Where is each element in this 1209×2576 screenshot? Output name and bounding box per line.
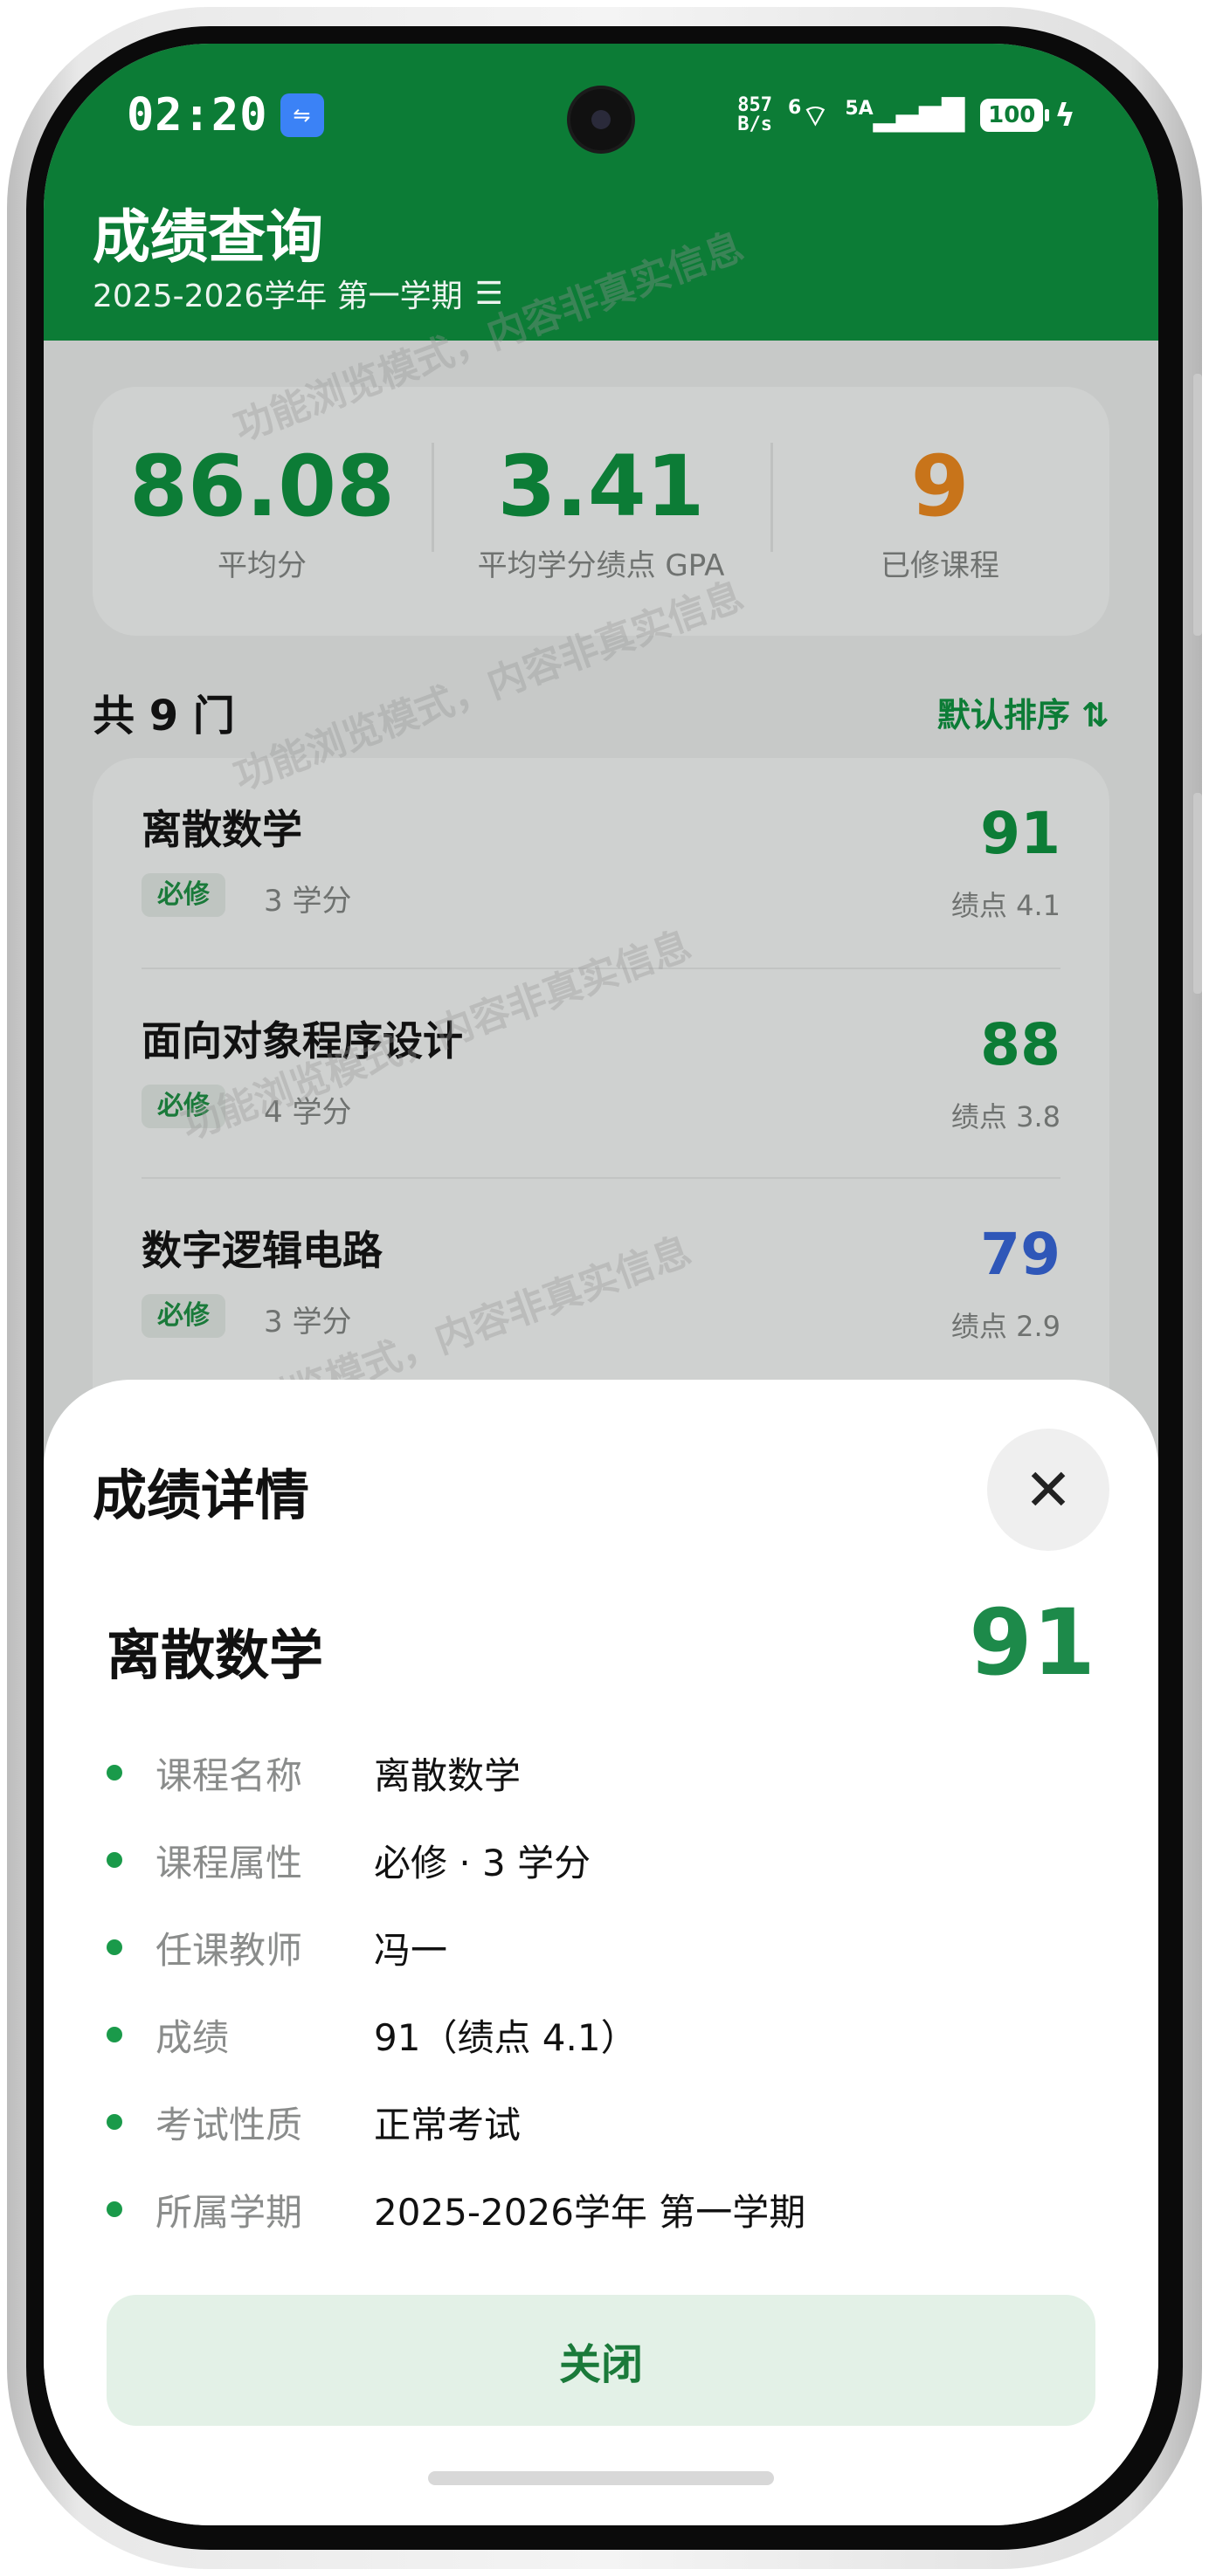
course-count: 共 9 门 [93, 692, 235, 740]
detail-value: 冯一 [374, 1928, 448, 1972]
course-name: 数字逻辑电路 [142, 1227, 383, 1274]
course-type-badge: 必修 [142, 1294, 225, 1338]
detail-row: 所属学期 2025-2026学年 第一学期 [107, 2166, 1095, 2253]
status-indicators: 857 B/s 6⌔ 5A▂▄▆█ 100 ϟ [737, 96, 1075, 134]
detail-label: 任课教师 [155, 1928, 303, 1972]
detail-value: 91（绩点 4.1） [374, 2015, 638, 2059]
course-score: 91 [980, 800, 1060, 867]
detail-value: 离散数学 [374, 1753, 522, 1797]
list-item[interactable]: 面向对象程序设计 必修 4 学分 88 绩点 3.8 [142, 968, 1060, 1177]
summary-card: 86.08 平均分 3.41 平均学分绩点 GPA 9 已修课程 [93, 387, 1109, 636]
detail-value: 正常考试 [374, 2103, 522, 2146]
course-score: 79 [980, 1221, 1060, 1288]
course-grade-point: 绩点 3.8 [950, 1100, 1060, 1133]
detail-label: 成绩 [155, 2015, 230, 2059]
net-speed: 857 B/s [737, 94, 773, 135]
detail-row: 课程属性 必修 · 3 学分 [107, 1816, 1095, 1904]
list-item[interactable]: 离散数学 必修 3 学分 91 绩点 4.1 [142, 758, 1060, 968]
course-credits: 3 学分 [264, 884, 352, 919]
app-header: 02:20 ⇋ 857 B/s 6⌔ 5A▂▄▆█ 100 ϟ 成绩查询 202… [44, 44, 1158, 341]
stat-label: 平均学分绩点 GPA [477, 548, 725, 583]
detail-score: 91 [969, 1589, 1095, 1696]
detail-label: 课程名称 [155, 1753, 303, 1797]
course-type-badge: 必修 [142, 873, 225, 917]
charging-icon: ϟ [1054, 97, 1075, 134]
course-grade-point: 绩点 2.9 [950, 1310, 1060, 1343]
bullet-dot-icon [107, 2114, 122, 2130]
stat-value: 86.08 [129, 437, 395, 535]
stat-value: 3.41 [497, 437, 705, 535]
bullet-dot-icon [107, 1852, 122, 1868]
usb-icon: ⇋ [280, 93, 324, 137]
sort-button[interactable]: 默认排序 ⇅ [937, 688, 1109, 736]
course-list: 离散数学 必修 3 学分 91 绩点 4.1 面向对象程序设计 必修 4 学分 … [93, 758, 1109, 1439]
detail-row: 考试性质 正常考试 [107, 2078, 1095, 2166]
term-label: 2025-2026学年 第一学期 [93, 279, 463, 314]
screen: 02:20 ⇋ 857 B/s 6⌔ 5A▂▄▆█ 100 ϟ 成绩查询 202… [44, 44, 1158, 2525]
course-credits: 4 学分 [264, 1095, 352, 1130]
list-menu-icon[interactable]: ☰ [475, 276, 503, 312]
detail-value: 必修 · 3 学分 [374, 1841, 591, 1884]
front-camera [570, 89, 632, 150]
detail-label: 考试性质 [155, 2103, 303, 2146]
bullet-dot-icon [107, 1765, 122, 1780]
home-indicator[interactable] [428, 2471, 774, 2485]
course-grade-point: 绩点 4.1 [950, 889, 1060, 922]
stat-average-score: 86.08 平均分 [93, 438, 432, 584]
grade-detail-sheet: 成绩详情 ✕ 离散数学 91 课程名称 离散数学 课程属性 必修 · 3 学分 … [44, 1380, 1158, 2525]
course-type-badge: 必修 [142, 1085, 225, 1128]
page-title: 成绩查询 [93, 203, 323, 271]
detail-list: 课程名称 离散数学 课程属性 必修 · 3 学分 任课教师 冯一 成绩 91（绩… [107, 1729, 1095, 2253]
detail-label: 所属学期 [155, 2190, 303, 2234]
course-name: 离散数学 [142, 806, 302, 853]
bullet-dot-icon [107, 1939, 122, 1955]
detail-row: 任课教师 冯一 [107, 1904, 1095, 1991]
bullet-dot-icon [107, 2201, 122, 2217]
stat-courses-taken: 9 已修课程 [770, 438, 1109, 584]
sheet-title: 成绩详情 [93, 1464, 310, 1527]
battery-icon: 100 ϟ [980, 98, 1075, 134]
bullet-dot-icon [107, 2027, 122, 2042]
detail-label: 课程属性 [155, 1841, 303, 1884]
term-selector[interactable]: 2025-2026学年 第一学期 ☰ [93, 271, 503, 316]
detail-row: 成绩 91（绩点 4.1） [107, 1991, 1095, 2078]
course-name: 面向对象程序设计 [142, 1017, 463, 1064]
detail-row: 课程名称 离散数学 [107, 1729, 1095, 1816]
wifi-icon: 6⌔ [788, 96, 830, 134]
power-button [1193, 793, 1202, 994]
detail-value: 2025-2026学年 第一学期 [374, 2190, 806, 2234]
status-time: 02:20 [127, 89, 268, 141]
close-button[interactable]: 关闭 [107, 2295, 1095, 2426]
volume-button [1193, 374, 1202, 636]
list-item[interactable]: 数字逻辑电路 必修 3 学分 79 绩点 2.9 [142, 1177, 1060, 1387]
course-credits: 3 学分 [264, 1305, 352, 1340]
stat-label: 平均分 [218, 548, 307, 583]
stat-value: 9 [910, 437, 970, 535]
detail-course-name: 离散数学 [107, 1623, 324, 1687]
battery-level: 100 [980, 99, 1044, 132]
stat-label: 已修课程 [881, 548, 999, 583]
stat-gpa: 3.41 平均学分绩点 GPA [432, 438, 770, 584]
close-icon[interactable]: ✕ [987, 1429, 1109, 1551]
course-score: 88 [980, 1011, 1060, 1078]
cell-signal-icon: 5A▂▄▆█ [845, 98, 965, 133]
